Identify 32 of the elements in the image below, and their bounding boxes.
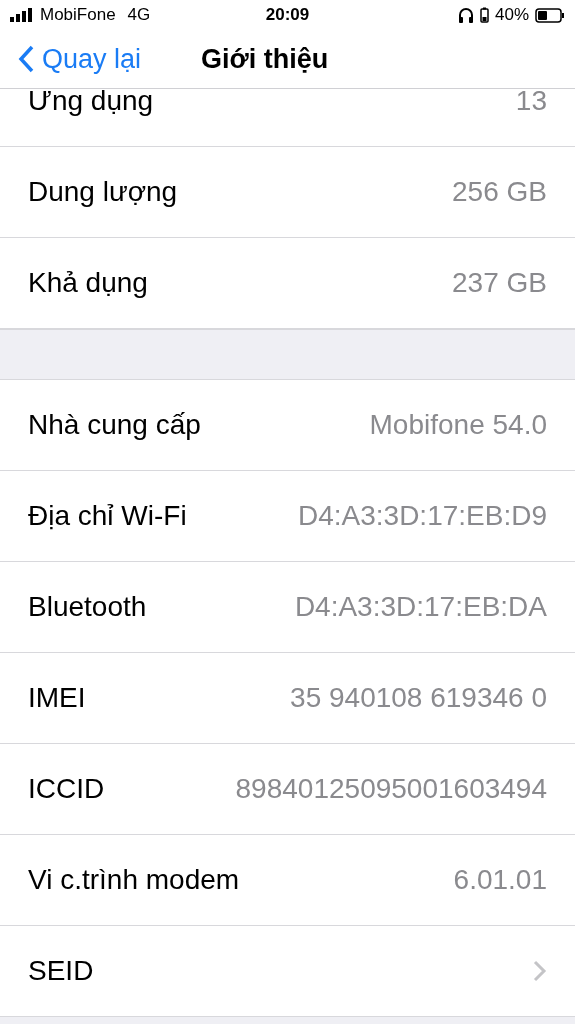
back-chevron-icon — [18, 45, 34, 73]
row-label: Địa chỉ Wi-Fi — [28, 500, 187, 532]
row-label: Vi c.trình modem — [28, 864, 240, 896]
value-text: 256 GB — [452, 176, 547, 208]
battery-percent: 40% — [495, 5, 529, 25]
network-type: 4G — [127, 5, 151, 25]
value-text: 35 940108 619346 0 — [290, 682, 547, 714]
row-label: Dung lượng — [28, 176, 178, 208]
value-text: Mobifone 54.0 — [369, 409, 547, 441]
headphones-icon — [458, 7, 474, 23]
value-text: 13 — [515, 89, 547, 117]
row-label: Bluetooth — [28, 591, 147, 623]
value-text: 6.01.01 — [453, 864, 547, 896]
row-label: ICCID — [28, 773, 105, 805]
battery-small-icon — [480, 7, 489, 23]
row-label: Khả dụng — [28, 267, 148, 299]
value-text: D4:A3:3D:17:EB:D9 — [297, 500, 547, 532]
value-text: D4:A3:3D:17:EB:DA — [294, 591, 547, 623]
row-label: Ứng dụng — [28, 89, 154, 117]
signal-icon — [10, 8, 34, 22]
value-text: 237 GB — [452, 267, 547, 299]
carrier-name: MobiFone — [40, 5, 116, 25]
clock-time: 20:09 — [265, 5, 310, 25]
back-button[interactable]: Quay lại — [0, 43, 156, 75]
row-label: Nhà cung cấp — [28, 409, 201, 441]
value-text: 89840125095001603494 — [235, 773, 547, 805]
row-label: SEID — [28, 955, 94, 987]
battery-icon — [535, 7, 565, 23]
settings-row[interactable]: SEID — [0, 926, 575, 1017]
page-title: Giới thiệu — [201, 43, 329, 75]
chevron-icon — [533, 960, 547, 982]
row-label: IMEI — [28, 682, 86, 714]
